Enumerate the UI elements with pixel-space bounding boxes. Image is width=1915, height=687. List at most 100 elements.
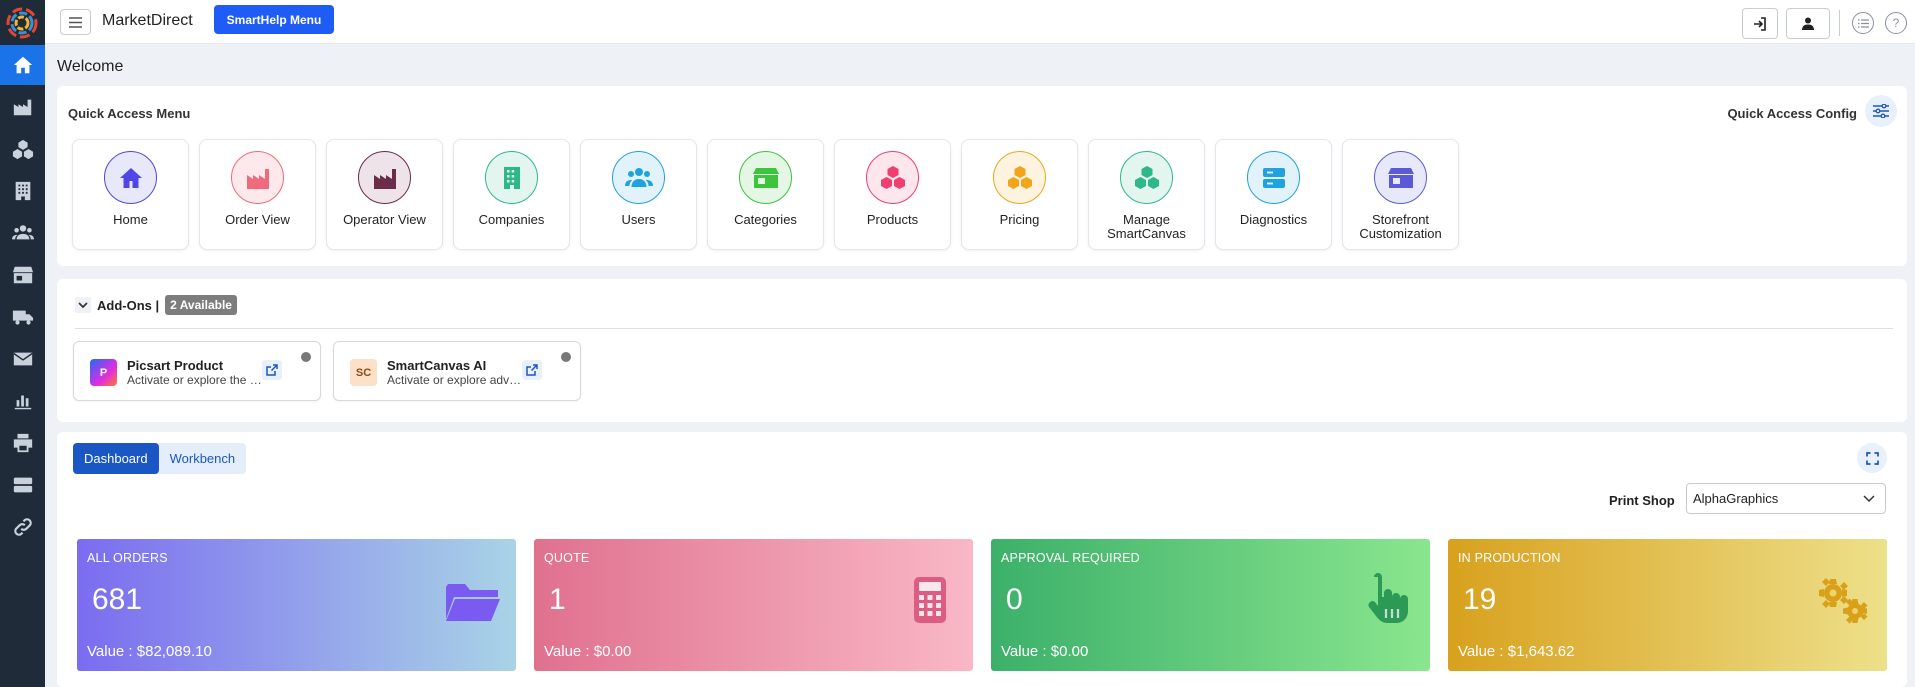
task-list-button[interactable]: [1852, 12, 1874, 34]
link-icon: [13, 518, 32, 536]
picsart-logo-icon: P: [90, 359, 117, 386]
gears-icon: [1819, 578, 1868, 624]
addons-panel: Add-Ons | 2 Available P Picsart Product …: [57, 279, 1907, 422]
sidebar-item-messages[interactable]: [0, 339, 45, 379]
cubes-icon: [1120, 151, 1173, 204]
building-icon: [15, 181, 30, 201]
envelope-icon: [12, 352, 33, 366]
users-icon: [11, 225, 34, 240]
bar-chart-icon: [14, 395, 31, 410]
stat-title: IN PRODUCTION: [1458, 551, 1561, 565]
server-icon: [13, 477, 32, 493]
print-shop-select[interactable]: AlphaGraphics: [1686, 483, 1886, 514]
help-button[interactable]: ?: [1885, 12, 1907, 34]
truck-icon: [12, 310, 33, 325]
addon-name: Picsart Product: [127, 358, 224, 373]
quick-access-tile-diagnostics[interactable]: Diagnostics: [1215, 139, 1332, 250]
quick-access-tile-label: Pricing: [999, 212, 1040, 227]
question-icon: ?: [1892, 16, 1900, 30]
sidebar-item-companies[interactable]: [0, 171, 45, 211]
external-link-icon: [526, 364, 538, 376]
sidebar-item-home[interactable]: [0, 45, 45, 85]
quick-access-config-label: Quick Access Config: [1727, 106, 1857, 121]
quick-access-tile-categories[interactable]: Categories: [707, 139, 824, 250]
quick-access-tile-operator-view[interactable]: Operator View: [326, 139, 443, 250]
app-logo-icon[interactable]: [4, 5, 40, 41]
sidebar-item-reports[interactable]: [0, 381, 45, 421]
quick-access-tile-label: Home: [113, 212, 148, 227]
sidebar-item-links[interactable]: [0, 507, 45, 547]
stat-card-approval-required[interactable]: APPROVAL REQUIRED 0 Value : $0.00: [991, 539, 1430, 671]
fullscreen-button[interactable]: [1857, 443, 1887, 473]
home-icon: [104, 151, 157, 204]
stat-count: 19: [1463, 583, 1497, 616]
users-icon: [612, 151, 665, 204]
quick-access-tile-products[interactable]: Products: [834, 139, 951, 250]
addons-title: Add-Ons |: [97, 297, 160, 313]
external-link-icon: [266, 364, 278, 376]
tab-dashboard[interactable]: Dashboard: [73, 443, 159, 474]
open-addon-button[interactable]: [522, 360, 542, 380]
quick-access-tile-pricing[interactable]: Pricing: [961, 139, 1078, 250]
stat-count: 1: [549, 583, 566, 616]
addon-card[interactable]: SC SmartCanvas AI Activate or explore ad…: [333, 341, 581, 401]
hand-pointer-icon: [1368, 573, 1408, 623]
stat-card-all-orders[interactable]: ALL ORDERS 681 Value : $82,089.10: [77, 539, 516, 671]
addon-description: Activate or explore advanced SmartCanvas…: [387, 373, 522, 387]
stat-title: QUOTE: [544, 551, 590, 565]
quick-access-tile-home[interactable]: Home: [72, 139, 189, 250]
list-icon: [1857, 18, 1869, 28]
chevron-down-icon[interactable]: [75, 297, 91, 313]
smarthelp-menu-button[interactable]: SmartHelp Menu: [214, 5, 334, 34]
print-shop-label: Print Shop: [1609, 493, 1675, 508]
expand-icon: [1865, 451, 1879, 465]
stat-card-in-production[interactable]: IN PRODUCTION 19 Value : $1,643.62: [1448, 539, 1887, 671]
cubes-icon: [993, 151, 1046, 204]
quick-access-tile-order-view[interactable]: Order View: [199, 139, 316, 250]
store-icon: [12, 266, 33, 284]
store-icon: [739, 151, 792, 204]
stat-title: APPROVAL REQUIRED: [1001, 551, 1140, 565]
user-icon: [1802, 17, 1814, 30]
quick-access-tile-manage-smartcanvas[interactable]: Manage SmartCanvas: [1088, 139, 1205, 250]
addon-status-dot: [301, 352, 311, 362]
quick-access-tile-label: Manage SmartCanvas: [1107, 212, 1186, 241]
sidebar-item-servers[interactable]: [0, 465, 45, 505]
calculator-icon: [914, 577, 946, 623]
stat-count: 0: [1006, 583, 1023, 616]
user-profile-button[interactable]: [1786, 8, 1830, 39]
brand-name: MarketDirect: [102, 12, 193, 29]
tab-workbench[interactable]: Workbench: [159, 443, 247, 474]
login-button[interactable]: [1742, 8, 1778, 39]
quick-access-tile-label: Companies: [478, 212, 545, 227]
addon-name: SmartCanvas AI: [387, 358, 487, 373]
toolbar-divider: [1839, 10, 1840, 36]
sidebar-item-storefront[interactable]: [0, 255, 45, 295]
open-addon-button[interactable]: [262, 360, 282, 380]
stat-card-quote[interactable]: QUOTE 1 Value : $0.00: [534, 539, 973, 671]
store-icon: [1374, 151, 1427, 204]
quick-access-tile-storefront-customization[interactable]: Storefront Customization: [1342, 139, 1459, 250]
stat-title: ALL ORDERS: [87, 551, 168, 565]
printer-icon: [13, 433, 32, 453]
addons-available-badge: 2 Available: [165, 295, 237, 315]
sidebar-item-shipping[interactable]: [0, 297, 45, 337]
addons-header[interactable]: Add-Ons | 2 Available: [75, 295, 237, 315]
menu-toggle-button[interactable]: [60, 9, 91, 35]
sidebar-item-order-view[interactable]: [0, 87, 45, 127]
stat-value: Value : $82,089.10: [87, 643, 212, 660]
server-icon: [1247, 151, 1300, 204]
quick-access-tile-users[interactable]: Users: [580, 139, 697, 250]
quick-access-tile-label: Operator View: [343, 212, 426, 227]
cubes-icon: [12, 139, 33, 160]
addon-card[interactable]: P Picsart Product Activate or explore th…: [73, 341, 321, 401]
quick-access-panel: Quick Access Menu Quick Access Config Ho…: [57, 86, 1907, 266]
sidebar-item-printers[interactable]: [0, 423, 45, 463]
sidebar-item-products[interactable]: [0, 129, 45, 169]
sidebar-item-users[interactable]: [0, 213, 45, 253]
quick-access-config-button[interactable]: [1865, 95, 1897, 127]
dashboard-tabs: Dashboard Workbench: [73, 443, 247, 474]
quick-access-tile-companies[interactable]: Companies: [453, 139, 570, 250]
print-shop-value: AlphaGraphics: [1693, 491, 1779, 506]
chevron-down-icon: [1863, 495, 1875, 503]
